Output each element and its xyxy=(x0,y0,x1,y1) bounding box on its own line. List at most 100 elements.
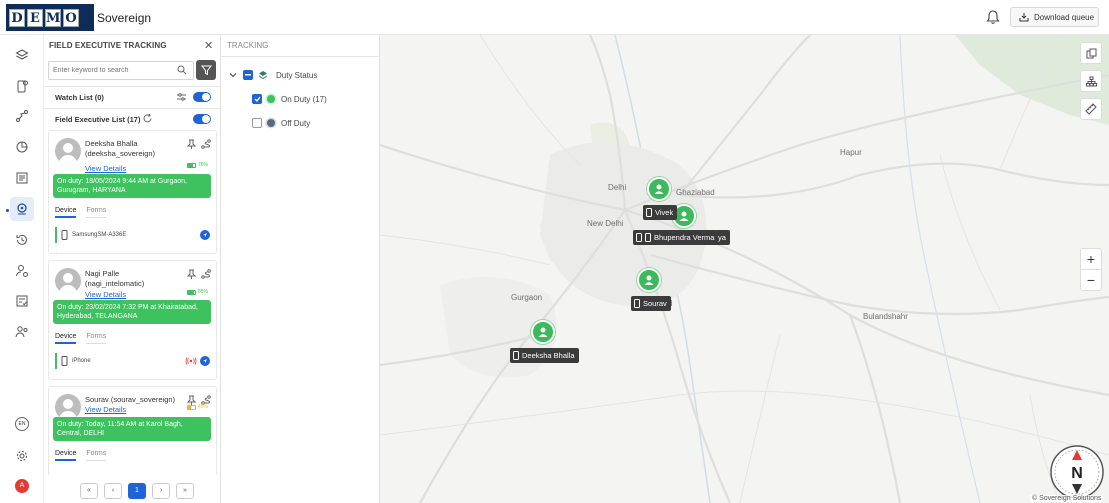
off-duty-checkbox[interactable] xyxy=(252,118,262,128)
download-icon xyxy=(1019,13,1029,22)
tab-forms[interactable]: Forms xyxy=(86,207,107,218)
zoom-in-button[interactable]: + xyxy=(1081,249,1101,270)
refresh-icon[interactable] xyxy=(142,113,153,124)
checklist-icon[interactable] xyxy=(10,289,34,313)
route-icon[interactable] xyxy=(10,104,34,128)
zoom-out-button[interactable]: − xyxy=(1081,270,1101,291)
executive-list-label: Field Executive List (17) xyxy=(55,115,141,124)
map-canvas[interactable]: Delhi Ghaziabad New Delhi Hapur Gurgaon … xyxy=(380,35,1109,503)
off-duty-option[interactable]: Off Duty xyxy=(252,118,310,128)
navigation-icon[interactable] xyxy=(200,230,210,240)
close-icon[interactable]: ✕ xyxy=(204,39,213,52)
zoom-controls: + − xyxy=(1080,248,1102,291)
tab-device[interactable]: Device xyxy=(55,207,77,218)
logo-letter: M xyxy=(45,8,61,27)
user-group-icon[interactable] xyxy=(10,320,34,344)
settings-icon[interactable] xyxy=(10,444,34,468)
prev-page-button[interactable]: ‹ xyxy=(104,483,122,499)
download-queue-button[interactable]: Download queue xyxy=(1010,7,1099,27)
divider xyxy=(44,108,220,109)
search-input[interactable] xyxy=(48,61,194,80)
battery-icon xyxy=(187,289,196,295)
executive-marker[interactable] xyxy=(637,268,661,292)
tab-device[interactable]: Device xyxy=(55,450,77,461)
last-page-button[interactable]: » xyxy=(176,483,194,499)
route-icon[interactable] xyxy=(201,269,211,279)
battery-percent: 45% xyxy=(198,404,209,410)
view-details-link[interactable]: View Details xyxy=(85,164,126,173)
battery-indicator: 45% xyxy=(187,404,208,410)
user-avatar[interactable]: A xyxy=(15,479,29,493)
compass-north: N xyxy=(1071,465,1083,482)
marker-label[interactable]: ya xyxy=(716,230,730,245)
battery-percent: 85% xyxy=(198,289,209,295)
page-1-button[interactable]: 1 xyxy=(128,483,146,499)
executive-list-toggle[interactable] xyxy=(193,114,211,124)
device-row[interactable]: iPhone xyxy=(55,353,212,369)
marker-label[interactable]: Vivek xyxy=(643,205,678,220)
signal-icon xyxy=(185,357,197,365)
marker-name: ya xyxy=(718,233,726,242)
place-label: Delhi xyxy=(608,183,627,192)
executive-card[interactable]: Nagi Palle (nagi_intelomatic) View Detai… xyxy=(48,260,217,380)
ruler-icon xyxy=(1085,103,1097,115)
executive-marker[interactable] xyxy=(647,177,671,201)
compass-icon[interactable]: N xyxy=(1049,444,1105,500)
tracking-icon[interactable] xyxy=(10,197,34,221)
filter-button[interactable] xyxy=(196,60,216,80)
executive-card[interactable]: Deeksha Bhalla (deeksha_sovereign) View … xyxy=(48,130,217,254)
phone-location-icon[interactable] xyxy=(10,74,34,98)
device-row[interactable]: SamsungSM-A336E xyxy=(55,227,212,243)
view-details-link[interactable]: View Details xyxy=(85,290,126,299)
off-duty-label: Off Duty xyxy=(281,118,311,128)
marker-label[interactable]: Sourav xyxy=(631,296,671,311)
basemap-toggle-button[interactable] xyxy=(1080,42,1102,64)
watch-list-toggle[interactable] xyxy=(193,92,211,102)
report-icon[interactable] xyxy=(10,166,34,190)
executive-name: Sourav (sourav_sovereign) xyxy=(85,395,176,404)
phone-icon xyxy=(61,230,68,240)
first-page-button[interactable]: « xyxy=(80,483,98,499)
search-icon[interactable] xyxy=(177,65,187,75)
on-duty-checkbox[interactable] xyxy=(252,94,262,104)
on-duty-option[interactable]: On Duty (17) xyxy=(252,94,327,104)
demo-logo[interactable]: D E M O xyxy=(6,4,94,31)
next-page-button[interactable]: › xyxy=(152,483,170,499)
copy-layers-icon xyxy=(1086,48,1096,58)
phone-icon xyxy=(61,356,68,366)
place-label: Hapur xyxy=(840,148,862,157)
tab-device[interactable]: Device xyxy=(55,333,77,344)
bell-icon[interactable] xyxy=(985,9,1001,25)
divider xyxy=(44,86,220,87)
history-icon[interactable] xyxy=(10,228,34,252)
language-selector[interactable]: EN xyxy=(15,417,29,431)
tab-forms[interactable]: Forms xyxy=(86,450,107,461)
navigation-icon[interactable] xyxy=(200,356,210,366)
user-settings-icon[interactable] xyxy=(10,259,34,283)
marker-label[interactable]: Bhupendra Verma xyxy=(633,230,719,245)
duty-status-banner: On duty: 23/02/2024 7:32 PM at Khairatab… xyxy=(53,300,211,324)
card-actions xyxy=(187,139,211,149)
duty-status-group[interactable]: Duty Status xyxy=(229,70,317,80)
executive-marker[interactable] xyxy=(531,320,555,344)
layers-icon[interactable] xyxy=(10,43,34,67)
pin-icon[interactable] xyxy=(187,139,196,149)
route-icon[interactable] xyxy=(201,139,211,149)
pin-icon[interactable] xyxy=(187,269,196,279)
battery-icon xyxy=(187,404,196,410)
device-name: SamsungSM-A336E xyxy=(72,232,127,238)
brand-name: Sovereign xyxy=(97,11,152,25)
filter-icon xyxy=(200,65,212,75)
measure-button[interactable] xyxy=(1080,98,1102,120)
marker-label[interactable]: Deeksha Bhalla xyxy=(510,348,579,363)
sliders-icon[interactable] xyxy=(176,92,187,102)
duty-status-checkbox[interactable] xyxy=(243,70,253,80)
battery-fill xyxy=(188,290,194,294)
cluster-button[interactable] xyxy=(1080,70,1102,92)
view-details-link[interactable]: View Details xyxy=(85,405,126,414)
tab-forms[interactable]: Forms xyxy=(86,333,107,344)
executive-card[interactable]: Sourav (sourav_sovereign) View Details 4… xyxy=(48,386,217,475)
marker-name: Sourav xyxy=(643,299,667,308)
chevron-down-icon[interactable] xyxy=(229,71,237,79)
pie-chart-icon[interactable] xyxy=(10,135,34,159)
